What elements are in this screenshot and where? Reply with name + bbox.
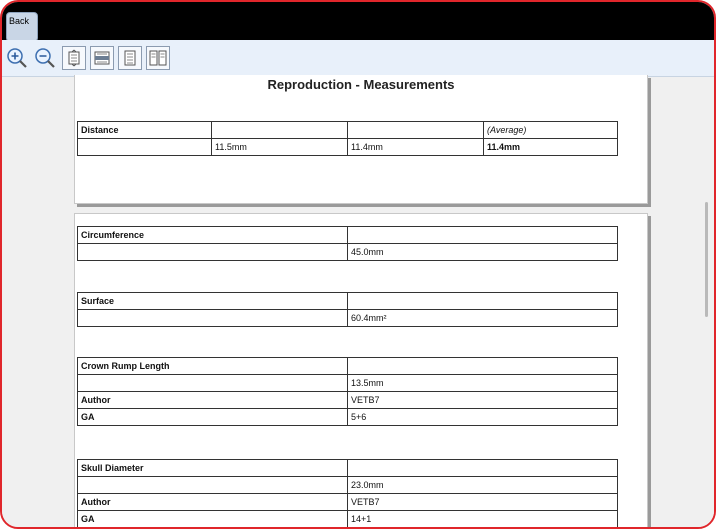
surface-value: 60.4mm² — [347, 309, 618, 327]
distance-average: 11.4mm — [483, 138, 618, 156]
two-page-icon[interactable] — [146, 46, 170, 70]
table-row: 11.5mm 11.4mm 11.4mm — [77, 138, 618, 156]
table-row: 23.0mm — [77, 476, 618, 494]
zoom-in-icon[interactable] — [4, 45, 30, 71]
single-page-icon[interactable] — [118, 46, 142, 70]
table-row: Skull Diameter — [77, 459, 618, 477]
distance-label: Distance — [77, 121, 212, 139]
table-row: Circumference — [77, 226, 618, 244]
circumference-label: Circumference — [77, 226, 348, 244]
table-row: Author VETB7 — [77, 493, 618, 511]
distance-value-1: 11.5mm — [211, 138, 348, 156]
scrollbar-thumb[interactable] — [705, 202, 708, 317]
table-row: GA 5+6 — [77, 408, 618, 426]
zoom-out-icon[interactable] — [32, 45, 58, 71]
report-page-1: Reproduction - Measurements Distance (Av… — [74, 75, 648, 204]
skull-author: VETB7 — [347, 493, 618, 511]
table-row: Author VETB7 — [77, 391, 618, 409]
skull-author-label: Author — [77, 493, 348, 511]
surface-table: Surface 60.4mm² — [77, 292, 618, 327]
skull-ga: 14+1 — [347, 510, 618, 527]
table-row: 60.4mm² — [77, 309, 618, 327]
skull-label: Skull Diameter — [77, 459, 348, 477]
fit-width-icon[interactable] — [90, 46, 114, 70]
document-viewer[interactable]: Reproduction - Measurements Distance (Av… — [2, 75, 714, 527]
toolbar — [2, 40, 714, 77]
vertical-scrollbar[interactable] — [694, 77, 714, 527]
average-label: (Average) — [483, 121, 618, 139]
crl-ga-label: GA — [77, 408, 348, 426]
distance-value-2: 11.4mm — [347, 138, 484, 156]
distance-table: Distance (Average) 11.5mm 11.4mm 11.4mm — [77, 121, 618, 156]
crl-author: VETB7 — [347, 391, 618, 409]
report-page-2: Circumference 45.0mm Surface 60.4mm² Cro… — [74, 213, 648, 527]
back-button[interactable]: Back — [6, 12, 38, 42]
table-row: Surface — [77, 292, 618, 310]
crown-rump-length-table: Crown Rump Length 13.5mm Author VETB7 GA… — [77, 357, 618, 426]
title-bar — [2, 2, 714, 40]
crl-author-label: Author — [77, 391, 348, 409]
app-window: Back Reproduction - Measurements Distanc… — [0, 0, 716, 529]
crl-label: Crown Rump Length — [77, 357, 348, 375]
table-row: 45.0mm — [77, 243, 618, 261]
circumference-table: Circumference 45.0mm — [77, 226, 618, 261]
table-row: 13.5mm — [77, 374, 618, 392]
circumference-value: 45.0mm — [347, 243, 618, 261]
surface-label: Surface — [77, 292, 348, 310]
crl-value: 13.5mm — [347, 374, 618, 392]
report-title: Reproduction - Measurements — [267, 77, 455, 92]
table-row: GA 14+1 — [77, 510, 618, 527]
fit-page-icon[interactable] — [62, 46, 86, 70]
crl-ga: 5+6 — [347, 408, 618, 426]
skull-diameter-table: Skull Diameter 23.0mm Author VETB7 GA 14… — [77, 459, 618, 527]
skull-ga-label: GA — [77, 510, 348, 527]
table-row: Crown Rump Length — [77, 357, 618, 375]
skull-value: 23.0mm — [347, 476, 618, 494]
table-row: Distance (Average) — [77, 121, 618, 139]
